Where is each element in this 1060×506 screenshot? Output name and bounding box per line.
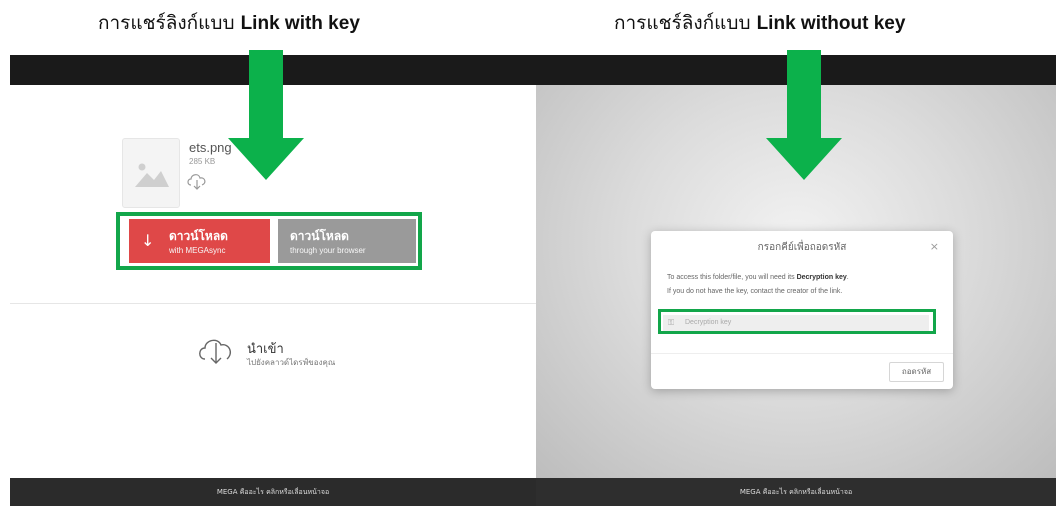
decrypt-button[interactable]: ถอดรหัส — [889, 362, 944, 382]
cloud-download-icon[interactable] — [186, 172, 208, 190]
file-name: ets.png — [189, 140, 232, 155]
highlight-box-download-buttons — [116, 212, 422, 270]
arrow-down-icon — [228, 50, 304, 180]
image-file-icon — [122, 138, 180, 208]
dialog-help-text: If you do not have the key, contact the … — [667, 288, 843, 295]
arrow-down-icon — [766, 50, 842, 180]
import-subtitle: ไปยังคลาวด์ไดรฟ์ของคุณ — [247, 358, 336, 367]
footer-what-is-mega[interactable]: MEGA คืออะไร คลิกหรือเลื่อนหน้าจอ — [10, 478, 536, 506]
caption-prefix: การแชร์ลิงก์แบบ — [614, 12, 751, 34]
dialog-title: กรอกคีย์เพื่อถอดรหัส — [757, 242, 847, 253]
divider — [10, 303, 536, 304]
file-size: 285 KB — [189, 157, 216, 166]
caption-bold: Link with key — [240, 13, 360, 34]
close-icon[interactable]: × — [930, 240, 939, 253]
caption-link-without-key: การแชร์ลิงก์แบบ Link without key — [614, 8, 905, 38]
top-bar — [10, 55, 1056, 85]
instruction-suffix: . — [846, 274, 849, 281]
caption-prefix: การแชร์ลิงก์แบบ — [98, 12, 235, 34]
footer-what-is-mega[interactable]: MEGA คืออะไร คลิกหรือเลื่อนหน้าจอ — [536, 478, 1056, 506]
caption-bold: Link without key — [756, 13, 906, 34]
dialog-instruction: To access this folder/file, you will nee… — [667, 274, 849, 281]
caption-link-with-key: การแชร์ลิงก์แบบ Link with key — [98, 8, 360, 38]
dialog-separator — [651, 353, 953, 354]
highlight-box-decryption-input — [658, 309, 936, 334]
instruction-bold: Decryption key — [796, 274, 847, 281]
instruction-text: To access this folder/file, you will nee… — [667, 274, 797, 281]
cloud-import-icon[interactable] — [196, 335, 236, 365]
